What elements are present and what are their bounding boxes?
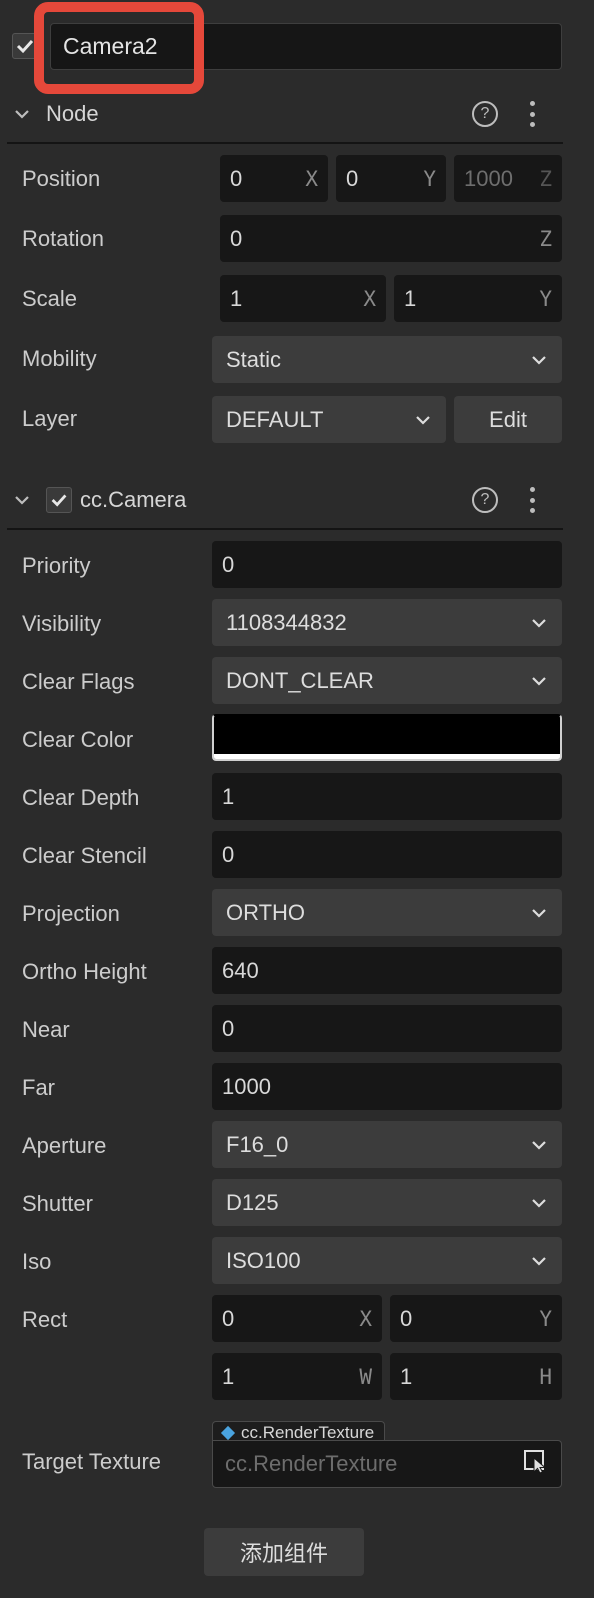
help-icon[interactable]: ? <box>472 101 498 127</box>
clear-depth-field[interactable]: 1 <box>212 773 562 820</box>
aperture-label: Aperture <box>22 1133 107 1158</box>
far-field[interactable]: 1000 <box>212 1063 562 1110</box>
chevron-down-icon[interactable] <box>12 104 32 124</box>
highlight-annotation <box>34 2 204 94</box>
visibility-select[interactable]: 1108344832 <box>212 599 562 646</box>
projection-select[interactable]: ORTHO <box>212 889 562 936</box>
clear-color-label: Clear Color <box>22 727 134 752</box>
camera-section-title: cc.Camera <box>80 487 187 512</box>
shutter-label: Shutter <box>22 1191 93 1216</box>
rotation-z-field[interactable]: 0Z <box>220 215 562 262</box>
divider <box>7 528 563 530</box>
add-component-button[interactable]: 添加组件 <box>204 1528 364 1576</box>
target-texture-label: Target Texture <box>22 1449 162 1474</box>
clear-stencil-field[interactable]: 0 <box>212 831 562 878</box>
asset-type-icon <box>220 1425 236 1440</box>
visibility-label: Visibility <box>22 611 102 636</box>
position-y-field[interactable]: 0Y <box>336 155 446 202</box>
scale-label: Scale <box>22 286 78 311</box>
position-z-field[interactable]: 1000 Z <box>454 155 562 202</box>
clear-stencil-label: Clear Stencil <box>22 843 147 868</box>
scale-y-field[interactable]: 1Y <box>394 275 562 322</box>
checkmark-icon <box>51 494 67 507</box>
more-menu-icon[interactable] <box>528 487 536 513</box>
ortho-height-label: Ortho Height <box>22 959 147 984</box>
chevron-down-icon <box>530 1252 548 1270</box>
shutter-select[interactable]: D125 <box>212 1179 562 1226</box>
rect-y-field[interactable]: 0Y <box>390 1295 562 1342</box>
clear-flags-label: Clear Flags <box>22 669 135 694</box>
clear-flags-select[interactable]: DONT_CLEAR <box>212 657 562 704</box>
camera-enabled-checkbox[interactable] <box>46 487 72 513</box>
clear-color-swatch[interactable] <box>212 714 562 761</box>
chevron-down-icon[interactable] <box>12 490 32 510</box>
layer-edit-button[interactable]: Edit <box>454 396 562 443</box>
iso-label: Iso <box>22 1249 52 1274</box>
help-icon[interactable]: ? <box>472 487 498 513</box>
chevron-down-icon <box>530 351 548 369</box>
node-section-header[interactable]: Node ? <box>0 92 594 136</box>
asset-picker-icon[interactable] <box>523 1448 549 1480</box>
chevron-down-icon <box>414 411 432 429</box>
scale-x-field[interactable]: 1X <box>220 275 386 322</box>
iso-select[interactable]: ISO100 <box>212 1237 562 1284</box>
node-section-title: Node <box>46 101 99 126</box>
projection-label: Projection <box>22 901 120 926</box>
rect-label: Rect <box>22 1307 68 1332</box>
alpha-bar <box>214 754 560 759</box>
priority-field[interactable]: 0 <box>212 541 562 588</box>
chevron-down-icon <box>530 672 548 690</box>
ortho-height-field[interactable]: 640 <box>212 947 562 994</box>
camera-section-header[interactable]: cc.Camera ? <box>0 478 594 522</box>
chevron-down-icon <box>530 1194 548 1212</box>
chevron-down-icon <box>530 1136 548 1154</box>
chevron-down-icon <box>530 614 548 632</box>
aperture-select[interactable]: F16_0 <box>212 1121 562 1168</box>
layer-label: Layer <box>22 406 78 431</box>
rect-h-field[interactable]: 1H <box>390 1353 562 1400</box>
rect-x-field[interactable]: 0X <box>212 1295 382 1342</box>
rect-w-field[interactable]: 1W <box>212 1353 382 1400</box>
clear-depth-label: Clear Depth <box>22 785 140 810</box>
mobility-select[interactable]: Static <box>212 336 562 383</box>
near-field[interactable]: 0 <box>212 1005 562 1052</box>
far-label: Far <box>22 1075 55 1100</box>
chevron-down-icon <box>530 904 548 922</box>
priority-label: Priority <box>22 553 91 578</box>
layer-select[interactable]: DEFAULT <box>212 396 446 443</box>
position-x-field[interactable]: 0X <box>220 155 328 202</box>
near-label: Near <box>22 1017 70 1042</box>
mobility-label: Mobility <box>22 346 97 371</box>
rotation-label: Rotation <box>22 226 104 251</box>
divider <box>7 142 563 144</box>
more-menu-icon[interactable] <box>528 101 536 127</box>
target-texture-field[interactable]: cc.RenderTexture <box>212 1440 562 1488</box>
position-label: Position <box>22 166 101 191</box>
